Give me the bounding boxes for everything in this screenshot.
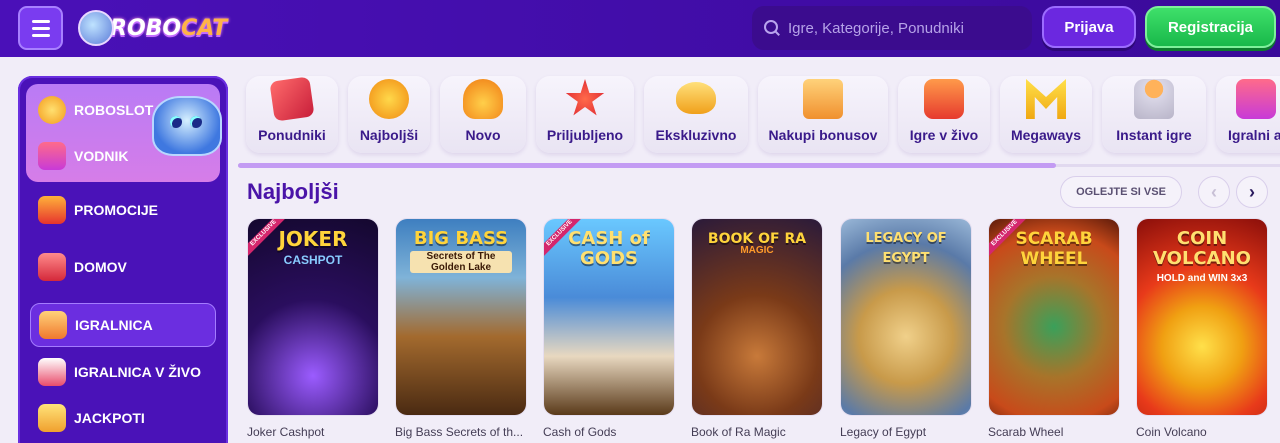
gift-box-icon bbox=[803, 79, 843, 119]
game-card-joker-cashpot[interactable]: JOKER CASHPOT EXCLUSIVE bbox=[247, 218, 379, 416]
sidebar-item-label: IGRALNICA V ŽIVO bbox=[74, 364, 202, 380]
providers-icon bbox=[269, 76, 315, 122]
sidebar-item-roboslot[interactable]: ROBOSLOT bbox=[30, 88, 216, 132]
top-bar: ROBOCAT Prijava Registracija bbox=[0, 0, 1280, 57]
sidebar-item-jackpoti[interactable]: JACKPOTI bbox=[30, 396, 216, 440]
category-novo[interactable]: Novo bbox=[440, 76, 526, 153]
category-bar: Ponudniki Najboljši Novo Priljubljeno Ek… bbox=[240, 76, 1280, 158]
sidebar-item-igralnica[interactable]: IGRALNICA bbox=[30, 303, 216, 347]
search-input[interactable] bbox=[788, 19, 1018, 37]
menu-icon bbox=[31, 19, 50, 23]
category-priljubljeno[interactable]: Priljubljeno bbox=[536, 76, 634, 153]
sidebar-item-label: IGRALNICA bbox=[75, 317, 153, 333]
game-caption[interactable]: Legacy of Egypt bbox=[840, 425, 972, 439]
game-card-scarab-wheel[interactable]: SCARAB WHEEL EXCLUSIVE bbox=[988, 218, 1120, 416]
sidebar-item-domov[interactable]: DOMOV bbox=[30, 245, 216, 289]
logo-text: ROBOCAT bbox=[110, 15, 228, 41]
game-caption[interactable]: Scarab Wheel bbox=[988, 425, 1120, 439]
category-ponudniki[interactable]: Ponudniki bbox=[246, 76, 338, 153]
slot-icon bbox=[38, 142, 66, 170]
game-caption[interactable]: Joker Cashpot bbox=[247, 425, 379, 439]
prev-arrow-button[interactable]: ‹ bbox=[1198, 176, 1230, 208]
sidebar-item-promocije[interactable]: PROMOCIJE bbox=[30, 188, 216, 232]
register-button[interactable]: Registracija bbox=[1145, 6, 1276, 48]
see-all-button[interactable]: OGLEJTE SI VSE bbox=[1060, 176, 1182, 208]
category-najboljsi[interactable]: Najboljši bbox=[348, 76, 430, 153]
logo[interactable]: ROBOCAT bbox=[78, 8, 228, 48]
category-igre-v-zivo[interactable]: Igre v živo bbox=[898, 76, 990, 153]
gift-icon bbox=[38, 196, 66, 224]
sidebar: ROBOSLOT VODNIK PROMOCIJE DOMOV IGRALNIC… bbox=[18, 76, 228, 443]
category-igralni-avtomati[interactable]: Igralni av bbox=[1216, 76, 1280, 153]
sidebar-item-vodnik[interactable]: VODNIK bbox=[30, 134, 216, 178]
sidebar-item-label: ROBOSLOT bbox=[74, 102, 154, 118]
category-megaways[interactable]: Megaways bbox=[1000, 76, 1092, 153]
megaways-icon bbox=[1026, 79, 1066, 119]
next-arrow-button[interactable]: › bbox=[1236, 176, 1268, 208]
live-icon bbox=[924, 79, 964, 119]
star-icon bbox=[565, 79, 605, 116]
sidebar-item-igralnica-v-zivo[interactable]: IGRALNICA V ŽIVO bbox=[30, 350, 216, 394]
game-caption[interactable]: Cash of Gods bbox=[543, 425, 675, 439]
login-button[interactable]: Prijava bbox=[1042, 6, 1136, 48]
chevron-left-icon: ‹ bbox=[1211, 181, 1217, 202]
bell-icon bbox=[463, 79, 503, 119]
section-title: Najboljši bbox=[247, 179, 339, 204]
game-caption[interactable]: Book of Ra Magic bbox=[691, 425, 823, 439]
category-nakupi-bonusov[interactable]: Nakupi bonusov bbox=[758, 76, 888, 153]
joystick-icon bbox=[1134, 79, 1174, 119]
game-card-cash-of-gods[interactable]: CASH of GODS EXCLUSIVE bbox=[543, 218, 675, 416]
category-scrollbar[interactable] bbox=[238, 163, 1056, 168]
jackpot-icon bbox=[38, 404, 66, 432]
game-caption[interactable]: Big Bass Secrets of th... bbox=[395, 425, 527, 439]
game-card-coin-volcano[interactable]: COIN VOLCANO HOLD and WIN 3x3 bbox=[1136, 218, 1268, 416]
sidebar-item-label: VODNIK bbox=[74, 148, 129, 164]
search-icon bbox=[764, 20, 780, 36]
medal-icon bbox=[369, 79, 409, 119]
gem-icon bbox=[676, 82, 716, 114]
sidebar-item-label: DOMOV bbox=[74, 259, 127, 275]
hamburger-menu-button[interactable] bbox=[18, 6, 63, 50]
game-card-legacy-of-egypt[interactable]: LEGACY OF EGYPT bbox=[840, 218, 972, 416]
coin-icon bbox=[38, 96, 66, 124]
sidebar-item-label: PROMOCIJE bbox=[74, 202, 159, 218]
robocat-mascot-icon bbox=[78, 10, 114, 46]
home-icon bbox=[38, 253, 66, 281]
chevron-right-icon: › bbox=[1249, 181, 1255, 202]
game-card-book-of-ra-magic[interactable]: BOOK OF RA MAGIC bbox=[691, 218, 823, 416]
sidebar-item-label: JACKPOTI bbox=[74, 410, 145, 426]
category-instant-igre[interactable]: Instant igre bbox=[1102, 76, 1206, 153]
category-ekskluzivno[interactable]: Ekskluzivno bbox=[644, 76, 748, 153]
game-card-big-bass[interactable]: BIG BASS Secrets of The Golden Lake bbox=[395, 218, 527, 416]
slot-machine-icon bbox=[39, 311, 67, 339]
slot-icon bbox=[1236, 79, 1276, 119]
search-box[interactable] bbox=[752, 6, 1032, 50]
cards-icon bbox=[38, 358, 66, 386]
game-caption[interactable]: Coin Volcano bbox=[1136, 425, 1268, 439]
